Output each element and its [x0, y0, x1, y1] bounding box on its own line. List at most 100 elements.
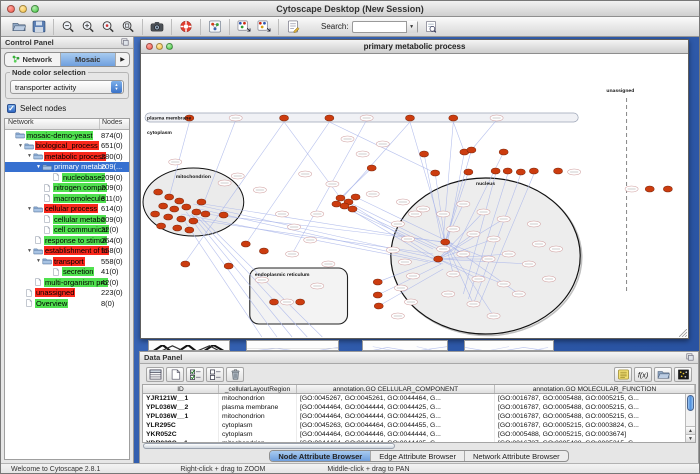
table-row[interactable]: YPL036W__2plasma membrane[GO:0044464, GO… — [143, 403, 695, 412]
expand-arrow-icon[interactable]: ▼ — [26, 153, 33, 159]
search-dropdown-arrow-icon[interactable]: ▼ — [406, 21, 417, 33]
attribute-editor-button[interactable] — [614, 367, 632, 382]
delete-attribute-button[interactable] — [226, 367, 244, 382]
attribute-table-button[interactable] — [146, 367, 164, 382]
table-cell: [GO:0044464, GO:0044446, GO:0044444, G..… — [297, 430, 495, 439]
expand-arrow-icon[interactable]: ▼ — [17, 143, 24, 149]
network-canvas[interactable]: plasma membranecytoplasmmitochondrionnuc… — [141, 54, 688, 338]
data-panel-title: Data Panel — [144, 353, 182, 362]
help-button[interactable] — [176, 19, 196, 35]
unselect-attributes-icon — [209, 369, 222, 380]
column-header-molecular-function[interactable]: annotation.GO MOLECULAR_FUNCTION — [495, 385, 695, 393]
network-tree-row[interactable]: unassigned223(0) — [5, 288, 129, 299]
expand-arrow-icon[interactable]: ▼ — [35, 164, 42, 170]
network-tree-row[interactable]: ▼transport558(0) — [5, 256, 129, 267]
network-tree-row[interactable]: ▼ cellular process614(0) — [5, 204, 129, 215]
background-window-fragment[interactable] — [464, 340, 554, 351]
control-panel-title: Control Panel — [5, 38, 54, 47]
tab-mosaic[interactable]: Mosaic — [61, 53, 117, 66]
table-row[interactable]: YDR039C__1mitochondrion[GO:0044464, GO:0… — [143, 439, 695, 442]
table-horizontal-scrollbar[interactable] — [142, 443, 696, 449]
network-tree-row[interactable]: nucleobase-209(0) — [5, 172, 129, 183]
zoom-fit-button[interactable] — [118, 19, 138, 35]
network-tree-row[interactable]: ▼biological_process651(0) — [5, 141, 129, 152]
expand-arrow-icon[interactable]: ▼ — [35, 258, 42, 264]
float-panel-icon[interactable] — [686, 353, 694, 363]
tree-item-label: cellular process — [44, 204, 98, 213]
network-tree-row[interactable]: macromolecule311(0) — [5, 193, 129, 204]
node-color-select[interactable]: transporter activity ▲▼ — [10, 80, 124, 94]
table-cell: cytoplasm — [219, 430, 297, 439]
network-overview-icon — [208, 20, 222, 33]
tree-col-nodes[interactable]: Nodes — [100, 119, 129, 129]
open-file-button[interactable] — [9, 19, 29, 35]
scroll-up-icon[interactable]: ▲ — [686, 426, 695, 434]
tab-node-attribute-browser[interactable]: Node Attribute Browser — [270, 451, 371, 461]
table-cell: YJR121W__1 — [143, 394, 219, 403]
scrollbar-thumb[interactable] — [143, 443, 395, 449]
tree-item-node-count: 42(0) — [101, 278, 119, 287]
search-go-button[interactable] — [421, 19, 441, 35]
network-window-titlebar[interactable]: primary metabolic process — [141, 40, 688, 54]
selected-node — [185, 227, 194, 233]
table-row[interactable]: YKR052Ccytoplasm[GO:0044464, GO:0044446,… — [143, 430, 695, 439]
network-tree-row[interactable]: mosaic-demo-yeast874(0) — [5, 130, 129, 141]
network-tree-row[interactable]: response to stimul264(0) — [5, 235, 129, 246]
column-header-id[interactable]: ID — [143, 385, 219, 393]
snapshot-button[interactable] — [147, 19, 167, 35]
zoom-selected-button[interactable] — [98, 19, 118, 35]
expand-arrow-icon[interactable]: ▼ — [26, 248, 33, 254]
network-tree-row[interactable]: ▼establishment of lo558(0) — [5, 246, 129, 257]
import-attributes-button[interactable] — [654, 367, 672, 382]
table-row[interactable]: YPL036W__1mitochondrion[GO:0044464, GO:0… — [143, 412, 695, 421]
save-session-button[interactable] — [29, 19, 49, 35]
vizmap-nodes-button[interactable] — [234, 19, 254, 35]
select-nodes-checkbox-row[interactable]: ✓ Select nodes — [7, 104, 127, 113]
annotation-button[interactable] — [283, 19, 303, 35]
node-color-selection-group: Node color selection transporter activit… — [5, 72, 129, 99]
background-window-fragment[interactable] — [148, 340, 230, 351]
tab-edge-attribute-browser[interactable]: Edge Attribute Browser — [371, 451, 465, 461]
zoom-out-button[interactable] — [58, 19, 78, 35]
background-window-fragment[interactable] — [246, 340, 339, 351]
tree-item-label: cellular metabo — [53, 215, 106, 224]
table-vertical-scrollbar[interactable]: ▲ ▼ — [685, 394, 695, 442]
tab-network-attribute-browser[interactable]: Network Attribute Browser — [465, 451, 568, 461]
select-attributes-icon — [189, 369, 202, 380]
float-panel-icon[interactable] — [121, 38, 129, 48]
network-tree-row[interactable]: ▼primary metabo209(... — [5, 162, 129, 173]
search-area: Search: ▼ — [321, 19, 441, 35]
resize-grip-icon[interactable] — [679, 329, 687, 337]
zoom-in-button[interactable] — [78, 19, 98, 35]
unselect-attributes-button[interactable] — [206, 367, 224, 382]
selected-node — [175, 198, 184, 204]
select-nodes-checkbox[interactable]: ✓ — [7, 104, 16, 113]
network-tree-row[interactable]: nitrogen compo209(0) — [5, 183, 129, 194]
select-attributes-button[interactable] — [186, 367, 204, 382]
selected-node — [431, 170, 440, 176]
function-builder-button[interactable]: f(x) — [634, 367, 652, 382]
tree-col-network[interactable]: Network — [5, 119, 100, 129]
column-header-cellular-component[interactable]: annotation.GO CELLULAR_COMPONENT — [297, 385, 495, 393]
expand-arrow-icon[interactable]: ▼ — [26, 206, 33, 212]
more-tabs-arrow-icon[interactable]: ▶ — [116, 53, 129, 66]
network-tree-row[interactable]: cell communicat22(0) — [5, 225, 129, 236]
background-window-fragment[interactable] — [362, 340, 448, 351]
network-overview-button[interactable] — [205, 19, 225, 35]
search-input[interactable] — [353, 22, 406, 32]
tree-item-node-count: 614(0) — [101, 204, 123, 213]
network-tree-row[interactable]: secretion41(0) — [5, 267, 129, 278]
table-row[interactable]: YJR121W__1mitochondrion[GO:0045267, GO:0… — [143, 394, 695, 403]
table-row[interactable]: YLR295Ccytoplasm[GO:0045263, GO:0044464,… — [143, 421, 695, 430]
network-tree-row[interactable]: Overview8(0) — [5, 298, 129, 309]
vizmap-edges-button[interactable] — [254, 19, 274, 35]
network-tree-row[interactable]: multi-organism pro42(0) — [5, 277, 129, 288]
scrollbar-thumb[interactable] — [687, 395, 694, 411]
new-attribute-button[interactable] — [166, 367, 184, 382]
scroll-down-icon[interactable]: ▼ — [686, 434, 695, 442]
attribute-matrix-button[interactable] — [674, 367, 692, 382]
network-tree-row[interactable]: cellular metabo209(0) — [5, 214, 129, 225]
tab-network[interactable]: Network — [5, 53, 61, 66]
column-header-region[interactable]: _cellularLayoutRegion — [219, 385, 297, 393]
network-tree-row[interactable]: ▼metabolic process280(0) — [5, 151, 129, 162]
